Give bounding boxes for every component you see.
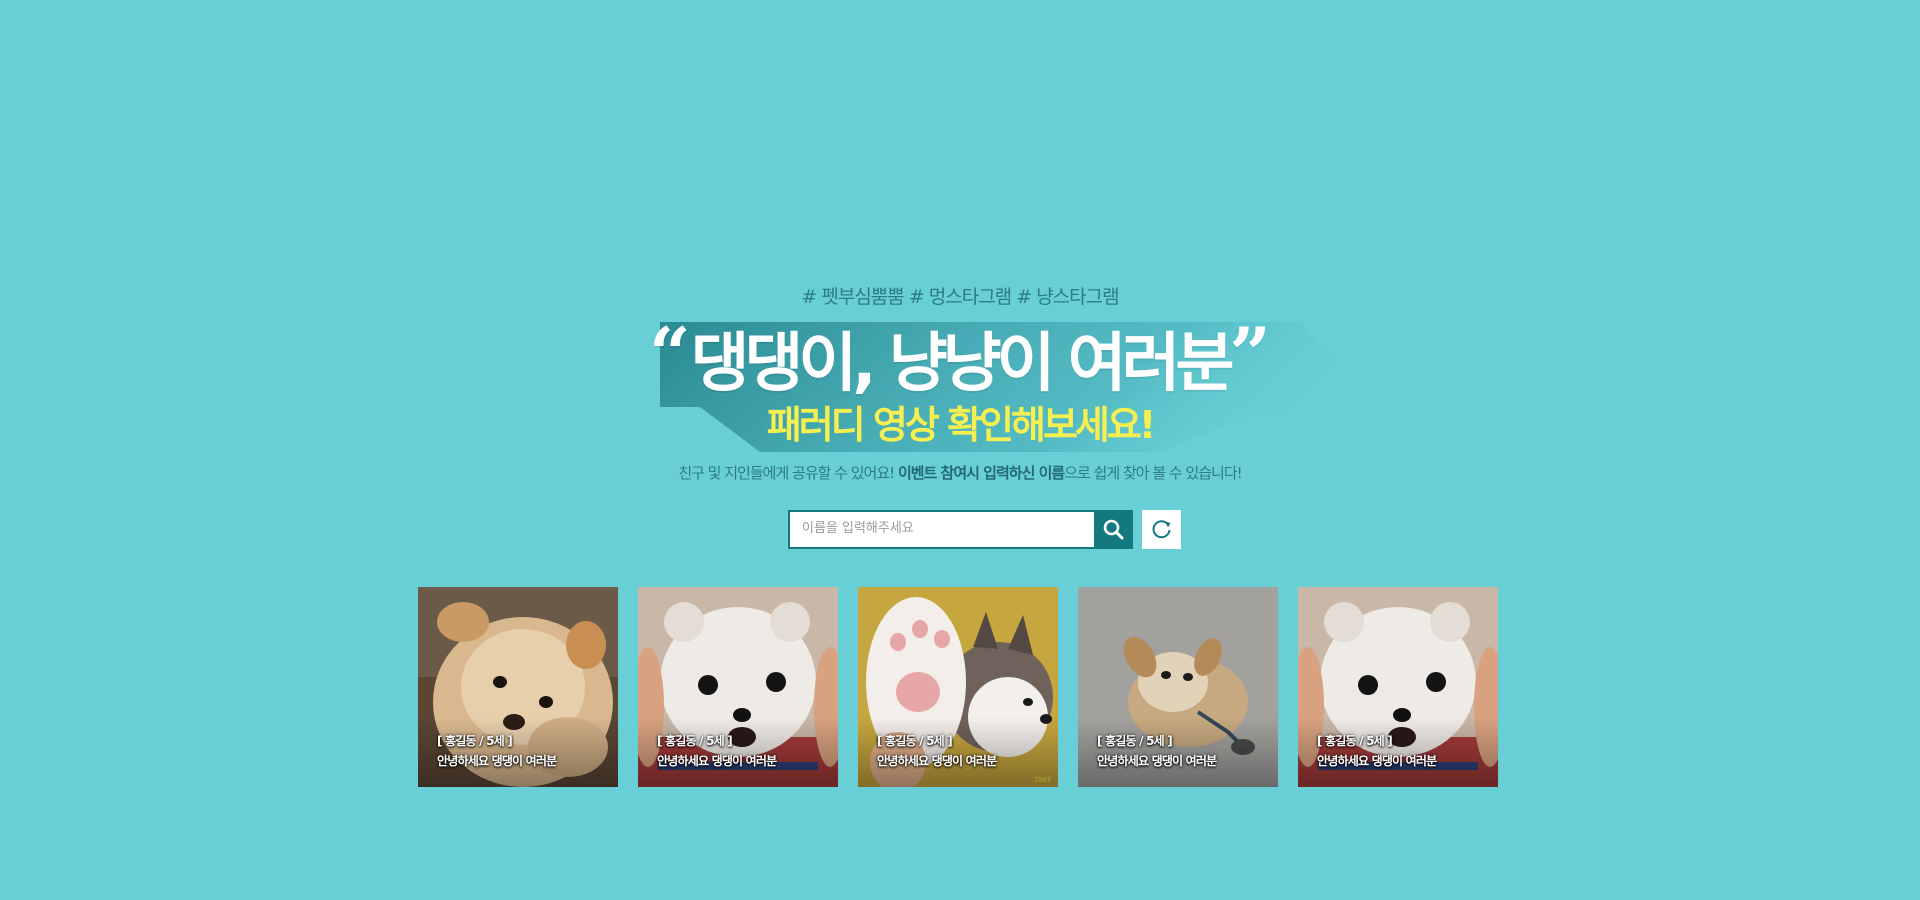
card-caption: 안녕하세요 댕댕이 여러분 — [1097, 754, 1217, 768]
card-meta: [ 홍길동 / 5세 ] — [657, 734, 733, 748]
title-close-quote: ” — [1229, 311, 1271, 396]
event-hero-section: # 펫부심뿜뿜 # 멍스타그램 # 냥스타그램 “댕댕이, 냥냥이 여러분” 패… — [0, 0, 1920, 900]
refresh-icon — [1152, 520, 1171, 539]
card-meta: [ 홍길동 / 5세 ] — [1097, 734, 1173, 748]
description-end: 으로 쉽게 찾아 볼 수 있습니다! — [1064, 464, 1242, 482]
search-icon — [1103, 519, 1124, 540]
gallery-card[interactable]: 2003 [ 홍길동 / 5세 ] 안녕하세요 댕댕이 여러분 — [858, 587, 1058, 787]
card-meta: [ 홍길동 / 5세 ] — [1317, 734, 1393, 748]
main-title: “댕댕이, 냥냥이 여러분” — [600, 311, 1320, 404]
description-start: 친구 및 지인들에게 공유할 수 있어요! — [678, 464, 898, 482]
card-caption: 안녕하세요 댕댕이 여러분 — [657, 754, 777, 768]
card-meta: [ 홍길동 / 5세 ] — [437, 734, 513, 748]
gallery-card[interactable]: [ 홍길동 / 5세 ] 안녕하세요 댕댕이 여러분 — [638, 587, 838, 787]
description-bold: 이벤트 참여시 입력하신 이름 — [897, 464, 1065, 482]
card-caption: 안녕하세요 댕댕이 여러분 — [877, 754, 997, 768]
card-caption: 안녕하세요 댕댕이 여러분 — [437, 754, 557, 768]
hashtag-line: # 펫부심뿜뿜 # 멍스타그램 # 냥스타그램 — [801, 286, 1119, 308]
title-block: “댕댕이, 냥냥이 여러분” 패러디 영상 확인해보세요! — [600, 312, 1420, 462]
video-gallery: [ 홍길동 / 5세 ] 안녕하세요 댕댕이 여러분 [ 홍길동 / 5세 ] — [418, 587, 1498, 787]
search-bar — [788, 510, 1181, 549]
gallery-card[interactable]: [ 홍길동 / 5세 ] 안녕하세요 댕댕이 여러분 — [1078, 587, 1278, 787]
sub-title: 패러디 영상 확인해보세요! — [766, 403, 1156, 447]
description: 친구 및 지인들에게 공유할 수 있어요! 이벤트 참여시 입력하신 이름으로 … — [0, 462, 1920, 483]
gallery-card[interactable]: [ 홍길동 / 5세 ] 안녕하세요 댕댕이 여러분 — [1298, 587, 1498, 787]
name-search-input[interactable] — [790, 512, 1092, 545]
main-title-text: 댕댕이, 냥냥이 여러분 — [690, 327, 1235, 401]
title-open-quote: “ — [649, 311, 691, 396]
card-caption: 안녕하세요 댕댕이 여러분 — [1317, 754, 1437, 768]
search-box — [788, 510, 1098, 549]
refresh-button[interactable] — [1142, 510, 1181, 549]
card-meta: [ 홍길동 / 5세 ] — [877, 734, 953, 748]
search-button[interactable] — [1094, 510, 1133, 549]
gallery-card[interactable]: [ 홍길동 / 5세 ] 안녕하세요 댕댕이 여러분 — [418, 587, 618, 787]
